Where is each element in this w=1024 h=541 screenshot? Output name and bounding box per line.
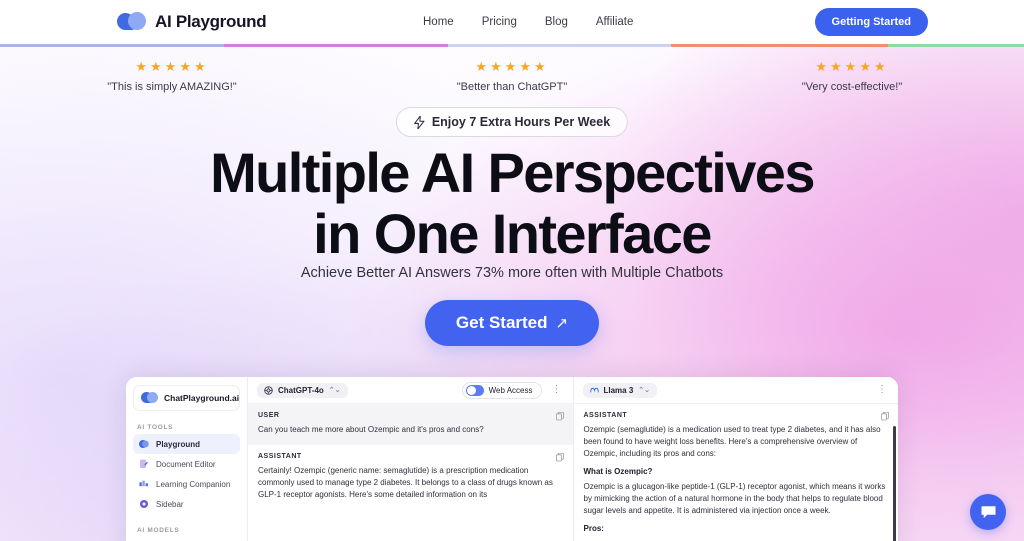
copy-icon[interactable] xyxy=(881,412,889,421)
hero-badge: Enjoy 7 Extra Hours Per Week xyxy=(395,107,629,137)
model-name-label: Llama 3 xyxy=(603,385,634,395)
sidebar-item-learning-companion[interactable]: Learning Companion xyxy=(133,474,240,494)
chat-bubble-icon xyxy=(981,505,995,518)
support-chat-button[interactable] xyxy=(970,494,1006,530)
gradient-segment-2 xyxy=(223,44,448,47)
sidebar-item-document-editor[interactable]: Document Editor xyxy=(133,454,240,474)
lightning-bolt-icon xyxy=(414,115,425,129)
message-role-label: ASSISTANT xyxy=(583,412,628,419)
sidebar-item-label: Document Editor xyxy=(156,459,216,469)
star-rating-icon: ★★★★★ xyxy=(815,59,889,74)
hero-cta-wrapper: Get Started ↗ xyxy=(0,300,1024,346)
testimonial-item: ★★★★★ "This is simply AMAZING!" xyxy=(77,60,267,93)
chat-scrollbar[interactable] xyxy=(893,426,896,541)
nav-gradient-divider xyxy=(0,44,1024,47)
playground-icon xyxy=(139,440,149,448)
brand-logo[interactable]: AI Playground xyxy=(117,12,267,32)
brand-name: AI Playground xyxy=(155,12,267,31)
testimonial-item: ★★★★★ "Very cost-effective!" xyxy=(757,60,947,93)
openai-icon xyxy=(264,385,273,395)
hero-badge-label: Enjoy 7 Extra Hours Per Week xyxy=(431,115,611,129)
message-subheading: What is Ozempic? xyxy=(583,467,653,476)
app-sidebar-brand[interactable]: ChatPlayground.ai xyxy=(133,385,240,411)
sidebar-item-label: Playground xyxy=(156,439,201,449)
chat-panel-left-body[interactable]: USER Can you teach me more about Ozempic… xyxy=(248,404,573,541)
chat-message-user: USER Can you teach me more about Ozempic… xyxy=(248,404,573,445)
sidebar-section-title-ai-models: AI MODELS xyxy=(137,527,180,534)
headline-line-2: in One Interface xyxy=(313,202,712,265)
message-paragraph: Ozempic is a glucagon-like peptide-1 (GL… xyxy=(583,482,886,515)
sidebar-section-title-ai-tools: AI TOOLS xyxy=(137,424,174,431)
chat-panel-right-header: Llama 3 ⌃⌄ ⋮ xyxy=(573,377,898,404)
nav-link-home[interactable]: Home xyxy=(423,16,454,28)
message-text: Can you teach me more about Ozempic and … xyxy=(258,425,484,434)
chat-message-assistant: ASSISTANT Ozempic (semaglutide) is a med… xyxy=(573,404,898,541)
message-text: Ozempic (semaglutide) is a medication us… xyxy=(583,425,881,458)
get-started-label: Get Started xyxy=(455,313,548,332)
sidebar-icon xyxy=(140,500,148,508)
toggle-switch-icon xyxy=(465,384,484,396)
web-access-label: Web Access xyxy=(488,385,533,395)
testimonial-item: ★★★★★ "Better than ChatGPT" xyxy=(417,60,607,93)
app-sidebar: ChatPlayground.ai AI TOOLS Playground Do… xyxy=(126,377,248,541)
main-nav-links: Home Pricing Blog Affiliate xyxy=(423,16,633,28)
copy-icon[interactable] xyxy=(555,412,564,421)
gradient-segment-1 xyxy=(0,44,224,47)
page-title: Multiple AI Perspectives in One Interfac… xyxy=(0,142,1024,264)
get-started-button[interactable]: Get Started ↗ xyxy=(424,300,600,346)
model-selector-chatgpt[interactable]: ChatGPT-4o ⌃⌄ xyxy=(257,382,348,398)
kebab-menu-icon[interactable]: ⋮ xyxy=(550,385,564,395)
message-role-label: ASSISTANT xyxy=(258,453,302,460)
chevron-updown-icon: ⌃⌄ xyxy=(638,386,651,394)
nav-link-affiliate[interactable]: Affiliate xyxy=(596,16,634,28)
sidebar-item-playground[interactable]: Playground xyxy=(133,434,240,454)
testimonial-quote: "Very cost-effective!" xyxy=(801,81,903,93)
testimonial-row: ★★★★★ "This is simply AMAZING!" ★★★★★ "B… xyxy=(0,60,1024,93)
app-sidebar-brand-label: ChatPlayground.ai xyxy=(164,393,240,403)
gradient-segment-4 xyxy=(671,44,889,47)
sidebar-item-label: Sidebar xyxy=(156,499,184,509)
web-access-toggle[interactable]: Web Access xyxy=(461,381,542,399)
document-editor-icon xyxy=(140,459,148,468)
chat-bubbles-logo-icon xyxy=(117,12,147,32)
kebab-menu-icon[interactable]: ⋮ xyxy=(875,385,889,395)
app-preview-window: ChatPlayground.ai AI TOOLS Playground Do… xyxy=(126,377,898,541)
message-role-label: USER xyxy=(258,412,280,419)
gradient-segment-5 xyxy=(888,44,1024,47)
nav-link-pricing[interactable]: Pricing xyxy=(482,16,517,28)
chat-message-assistant: ASSISTANT Certainly! Ozempic (generic na… xyxy=(248,445,573,510)
sidebar-item-sidebar[interactable]: Sidebar xyxy=(133,494,240,514)
arrow-up-right-icon: ↗ xyxy=(555,315,569,332)
page-root: AI Playground Home Pricing Blog Affiliat… xyxy=(0,0,1024,541)
learning-companion-icon xyxy=(139,480,148,487)
testimonial-quote: "Better than ChatGPT" xyxy=(456,81,568,93)
getting-started-button[interactable]: Getting Started xyxy=(814,8,928,36)
message-text: Certainly! Ozempic (generic name: semagl… xyxy=(258,466,553,499)
nav-link-blog[interactable]: Blog xyxy=(545,16,568,28)
chat-panel-right: Llama 3 ⌃⌄ ⋮ ASSISTANT Ozempic (semaglut… xyxy=(573,377,898,541)
chat-panel-right-body[interactable]: ASSISTANT Ozempic (semaglutide) is a med… xyxy=(573,404,898,541)
meta-icon xyxy=(589,387,599,392)
top-navigation-bar: AI Playground Home Pricing Blog Affiliat… xyxy=(0,0,1024,44)
model-selector-llama[interactable]: Llama 3 ⌃⌄ xyxy=(582,382,658,398)
chat-bubbles-logo-icon xyxy=(141,392,158,404)
star-rating-icon: ★★★★★ xyxy=(475,59,549,74)
message-subheading-pros: Pros: xyxy=(583,524,604,533)
star-rating-icon: ★★★★★ xyxy=(135,59,209,74)
chevron-updown-icon: ⌃⌄ xyxy=(328,386,341,394)
sidebar-item-label: Learning Companion xyxy=(156,479,231,489)
model-name-label: ChatGPT-4o xyxy=(278,385,324,395)
chat-panel-left-header: ChatGPT-4o ⌃⌄ Web Access ⋮ xyxy=(248,377,573,404)
headline-line-1: Multiple AI Perspectives xyxy=(210,141,815,204)
chat-panel-left: ChatGPT-4o ⌃⌄ Web Access ⋮ USER Can you … xyxy=(248,377,574,541)
hero-subheadline: Achieve Better AI Answers 73% more often… xyxy=(300,265,724,281)
testimonial-quote: "This is simply AMAZING!" xyxy=(107,81,237,93)
copy-icon[interactable] xyxy=(555,453,564,462)
gradient-segment-3 xyxy=(447,44,672,47)
